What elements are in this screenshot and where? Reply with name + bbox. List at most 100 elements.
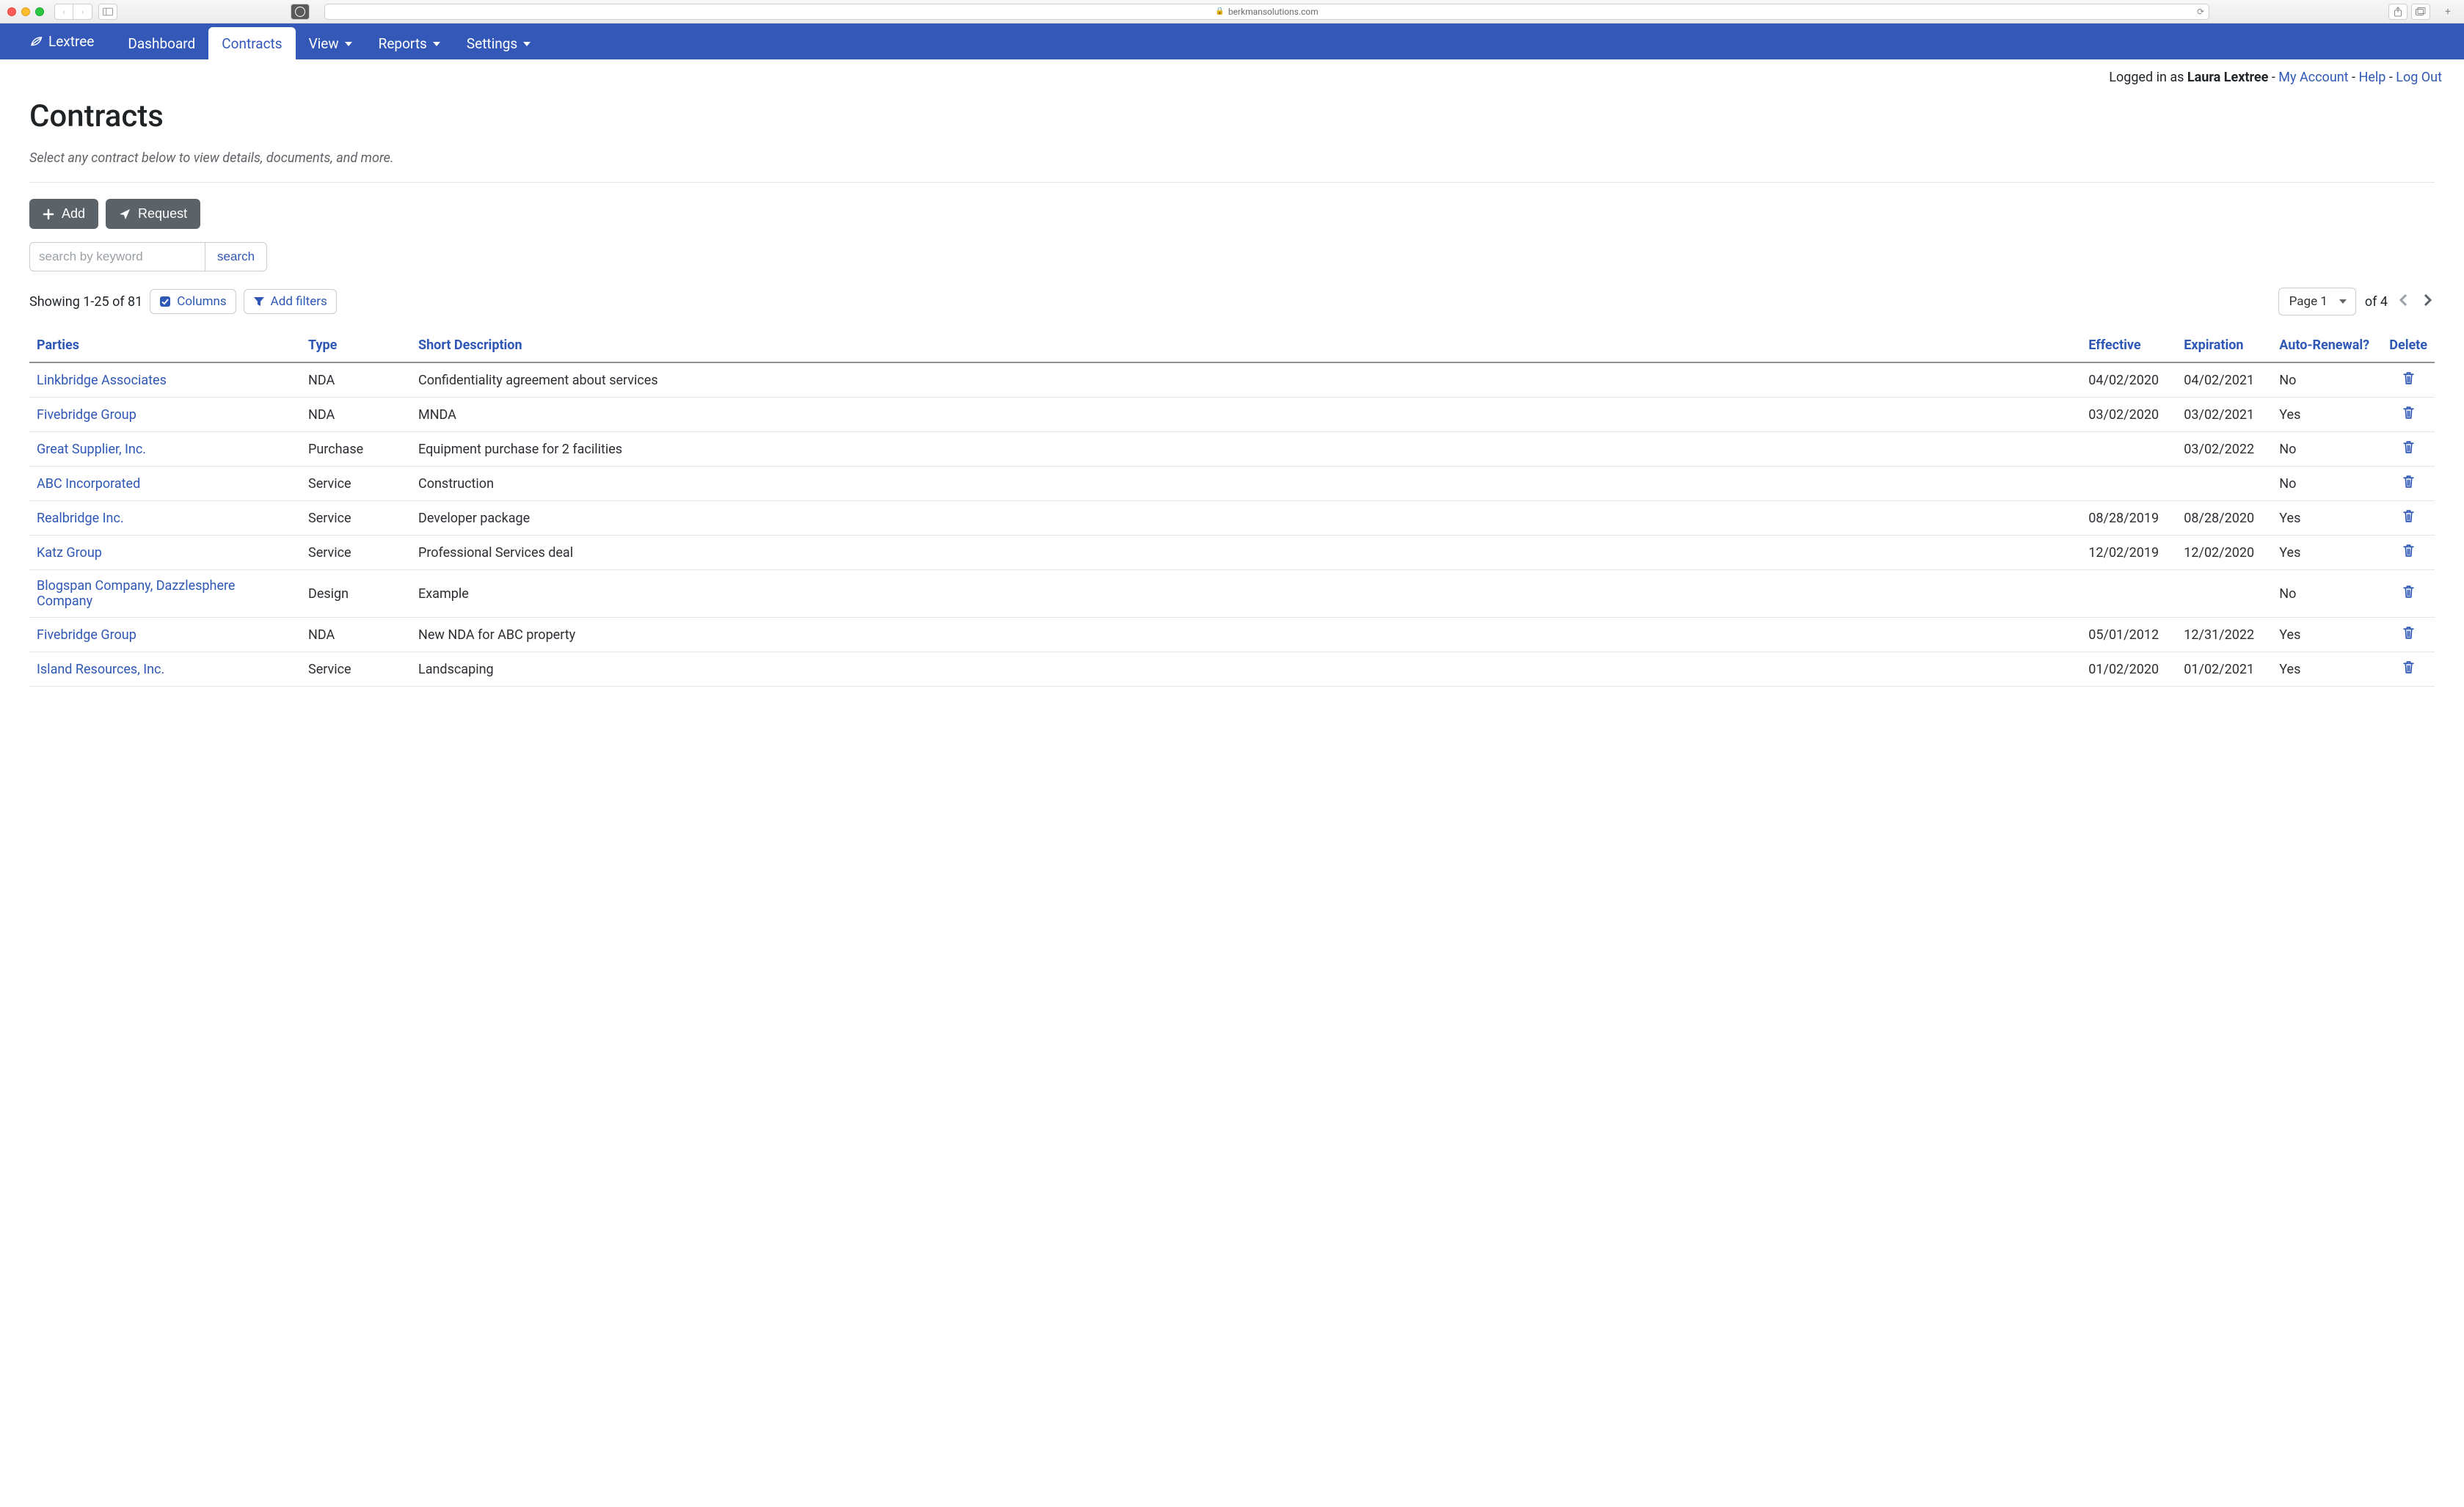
cell-parties: Fivebridge Group: [29, 618, 301, 652]
table-row: Katz Group ServiceProfessional Services d…: [29, 536, 2435, 570]
party-link[interactable]: Realbridge Inc.: [37, 511, 124, 526]
cell-delete: [2382, 536, 2435, 570]
lock-icon: 🔒: [1215, 7, 1224, 15]
forward-button[interactable]: ›: [73, 4, 92, 20]
request-button[interactable]: Request: [106, 199, 200, 229]
table-row: Blogspan Company, Dazzlesphere CompanyDe…: [29, 570, 2435, 618]
cell-type: NDA: [301, 618, 411, 652]
nav-view-label: View: [309, 35, 339, 52]
cell-expiration: [2176, 570, 2272, 618]
nav-reports[interactable]: Reports: [365, 27, 453, 59]
add-filters-button[interactable]: Add filters: [244, 289, 337, 314]
url-text: berkmansolutions.com: [1228, 7, 1319, 17]
cell-auto-renewal: Yes: [2272, 652, 2382, 687]
add-button[interactable]: Add: [29, 199, 98, 229]
party-link[interactable]: Fivebridge Group: [37, 627, 136, 643]
add-button-label: Add: [62, 206, 85, 222]
trash-icon[interactable]: [2402, 406, 2416, 420]
share-button[interactable]: [2388, 4, 2407, 20]
table-row: Great Supplier, Inc.PurchaseEquipment pu…: [29, 432, 2435, 467]
next-page-button[interactable]: [2420, 293, 2435, 311]
party-link[interactable]: Great Supplier, Inc.: [37, 442, 146, 457]
cell-delete: [2382, 432, 2435, 467]
trash-icon[interactable]: [2402, 475, 2416, 489]
nav-dashboard[interactable]: Dashboard: [114, 27, 208, 59]
nav-contracts[interactable]: Contracts: [208, 27, 295, 59]
col-header-effective[interactable]: Effective: [2081, 329, 2176, 362]
help-link[interactable]: Help: [2358, 70, 2385, 85]
party-link[interactable]: Blogspan Company, Dazzlesphere Company: [37, 578, 235, 609]
prev-page-button[interactable]: [2396, 293, 2411, 311]
nav-settings-label: Settings: [467, 35, 517, 52]
columns-button[interactable]: Columns: [150, 289, 236, 314]
refresh-icon[interactable]: ⟳: [2197, 7, 2204, 17]
url-bar[interactable]: 🔒 berkmansolutions.com ⟳: [324, 4, 2209, 20]
party-link[interactable]: ABC Incorporated: [37, 476, 140, 492]
toolbar: Add Request: [29, 199, 2435, 229]
brand-logo[interactable]: Lextree: [29, 23, 101, 59]
nav-view[interactable]: View: [296, 27, 365, 59]
trash-icon[interactable]: [2402, 585, 2416, 599]
my-account-link[interactable]: My Account: [2278, 70, 2348, 85]
col-header-auto-renewal[interactable]: Auto-Renewal?: [2272, 329, 2382, 362]
cell-type: Service: [301, 652, 411, 687]
cell-auto-renewal: No: [2272, 570, 2382, 618]
party-link[interactable]: Fivebridge Group: [37, 407, 136, 423]
search-row: search: [29, 242, 2435, 271]
trash-icon[interactable]: [2402, 626, 2416, 640]
party-link[interactable]: Linkbridge Associates: [37, 373, 167, 388]
browser-chrome: ‹ › 🔒 berkmansolutions.com ⟳ +: [0, 0, 2464, 23]
search-button[interactable]: search: [205, 242, 267, 271]
col-header-short-description[interactable]: Short Description: [411, 329, 2081, 362]
cell-type: Purchase: [301, 432, 411, 467]
cell-type: Service: [301, 536, 411, 570]
close-window-icon[interactable]: [7, 7, 16, 16]
nav-buttons: ‹ ›: [54, 4, 92, 20]
col-header-parties[interactable]: Parties: [29, 329, 301, 362]
page-of-label: of 4: [2365, 294, 2388, 310]
trash-icon[interactable]: [2402, 544, 2416, 558]
zoom-window-icon[interactable]: [35, 7, 44, 16]
cell-delete: [2382, 618, 2435, 652]
col-header-type[interactable]: Type: [301, 329, 411, 362]
cell-short-description: Professional Services deal: [411, 536, 2081, 570]
cell-auto-renewal: Yes: [2272, 536, 2382, 570]
table-row: Linkbridge AssociatesNDAConfidentiality …: [29, 362, 2435, 398]
nav-settings[interactable]: Settings: [453, 27, 544, 59]
back-button[interactable]: ‹: [54, 4, 73, 20]
cell-delete: [2382, 652, 2435, 687]
cell-parties: Fivebridge Group: [29, 398, 301, 432]
page-select[interactable]: Page 1: [2278, 288, 2356, 315]
party-link[interactable]: Island Resources, Inc.: [37, 662, 164, 677]
trash-icon[interactable]: [2402, 509, 2416, 523]
page-select-label: Page 1: [2289, 294, 2328, 309]
columns-button-label: Columns: [177, 294, 226, 309]
nav-reports-label: Reports: [379, 35, 427, 52]
chevron-down-icon: [523, 42, 531, 46]
cell-short-description: Landscaping: [411, 652, 2081, 687]
col-header-delete[interactable]: Delete: [2382, 329, 2435, 362]
cell-expiration: 03/02/2022: [2176, 432, 2272, 467]
sidebar-toggle-button[interactable]: [98, 4, 117, 20]
current-user: Laura Lextree: [2187, 70, 2268, 85]
minimize-window-icon[interactable]: [21, 7, 30, 16]
table-row: Island Resources, Inc. ServiceLandscaping…: [29, 652, 2435, 687]
cell-parties: Blogspan Company, Dazzlesphere Company: [29, 570, 301, 618]
trash-icon[interactable]: [2402, 660, 2416, 674]
cell-expiration: 01/02/2021: [2176, 652, 2272, 687]
trash-icon[interactable]: [2402, 440, 2416, 454]
reader-button[interactable]: [291, 4, 310, 20]
col-header-expiration[interactable]: Expiration: [2176, 329, 2272, 362]
cell-type: NDA: [301, 398, 411, 432]
new-tab-button[interactable]: +: [2439, 3, 2457, 21]
cell-effective: 01/02/2020: [2081, 652, 2176, 687]
cell-effective: [2081, 570, 2176, 618]
cell-type: Service: [301, 467, 411, 501]
search-input[interactable]: [29, 242, 205, 271]
tabs-button[interactable]: [2411, 4, 2430, 20]
logout-link[interactable]: Log Out: [2396, 70, 2442, 85]
trash-icon[interactable]: [2402, 371, 2416, 385]
table-row: Fivebridge GroupNDANew NDA for ABC prope…: [29, 618, 2435, 652]
party-link[interactable]: Katz Group: [37, 545, 102, 561]
cell-auto-renewal: No: [2272, 432, 2382, 467]
